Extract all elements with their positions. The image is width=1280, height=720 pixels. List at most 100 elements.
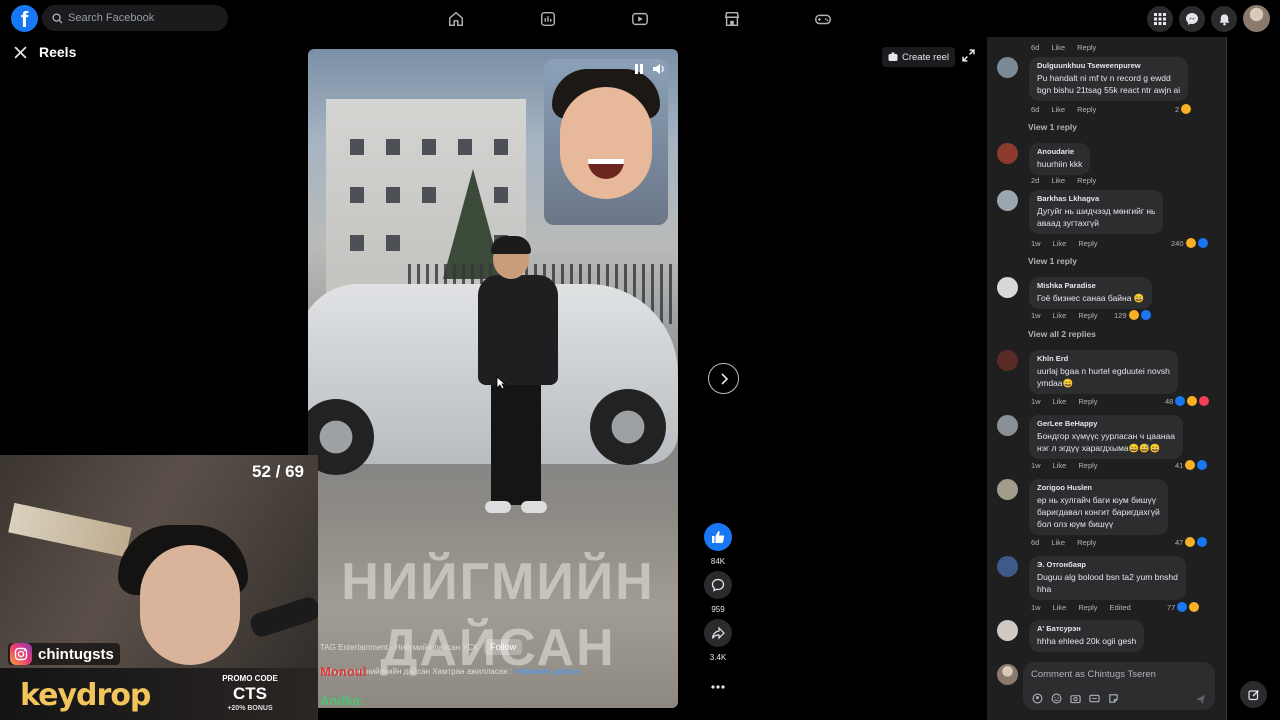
comment-action[interactable]: 959 bbox=[702, 571, 734, 614]
comment-author[interactable]: Э. Отгонбаяр bbox=[1037, 560, 1178, 569]
like-action[interactable]: 84K bbox=[702, 523, 734, 566]
reply-link[interactable]: Reply bbox=[1078, 397, 1097, 406]
marketplace-icon[interactable] bbox=[722, 9, 742, 29]
comment-input[interactable] bbox=[1031, 669, 1201, 680]
comment-author[interactable]: Barkhas Lkhagva bbox=[1037, 194, 1155, 203]
like-link[interactable]: Like bbox=[1051, 43, 1065, 52]
gaming-icon[interactable] bbox=[813, 9, 833, 29]
follow-button[interactable]: Follow bbox=[484, 639, 523, 655]
comment-author[interactable]: GerLee BeHappy bbox=[1037, 419, 1175, 428]
reply-link[interactable]: Reply bbox=[1078, 461, 1097, 470]
comment-text: uurlaj bgaa n hurtel egduutei novsh ymda… bbox=[1037, 366, 1170, 388]
comment-icon[interactable] bbox=[704, 571, 732, 599]
comment-author[interactable]: Dulguunkhuu Tseweenpurew bbox=[1037, 61, 1180, 70]
reply-link[interactable]: Reply bbox=[1077, 105, 1096, 114]
reply-link[interactable]: Reply bbox=[1077, 176, 1096, 185]
comment-meta: 1w Like Reply bbox=[1031, 311, 1098, 320]
avatar[interactable] bbox=[997, 57, 1018, 78]
reel-video[interactable]: НИЙГМИЙН ДАЙСАН TAG Entertainment · Нийг… bbox=[308, 49, 678, 708]
comment-author[interactable]: Anoudarie bbox=[1037, 147, 1082, 156]
haha-emoji-icon bbox=[1185, 460, 1196, 470]
avatar[interactable] bbox=[997, 277, 1018, 298]
reaction-count[interactable]: 2 bbox=[1175, 104, 1192, 114]
avatar[interactable] bbox=[997, 556, 1018, 577]
menu-grid-icon[interactable] bbox=[1147, 6, 1173, 32]
channel-name[interactable]: TAG Entertainment bbox=[320, 643, 388, 652]
avatar[interactable] bbox=[997, 350, 1018, 371]
reply-link[interactable]: Reply bbox=[1077, 43, 1096, 52]
send-icon[interactable] bbox=[1195, 692, 1206, 710]
news-icon[interactable] bbox=[538, 9, 558, 29]
chat-username: Monoul bbox=[320, 664, 367, 679]
reaction-count[interactable]: 41 bbox=[1175, 460, 1208, 470]
comment-author[interactable]: Khln Erd bbox=[1037, 354, 1170, 363]
avatar-sticker-icon[interactable] bbox=[1031, 692, 1043, 704]
sticker-icon[interactable] bbox=[1107, 692, 1119, 704]
reaction-count[interactable]: 47 bbox=[1175, 537, 1208, 547]
instagram-handle: chintugsts bbox=[8, 643, 120, 665]
comments-panel: 6d Like Reply Dulguunkhuu Tseweenpurew P… bbox=[987, 37, 1226, 720]
keydrop-banner: keydrop PROMO CODE CTS +20% BONUS bbox=[0, 668, 318, 720]
like-link[interactable]: Like bbox=[1051, 538, 1065, 547]
reaction-count[interactable]: 77 bbox=[1167, 602, 1200, 612]
comment-bubble: Mishka Paradise Гоё бизнес санаа байна 😄 bbox=[1029, 277, 1153, 309]
haha-emoji-icon bbox=[1187, 396, 1198, 406]
next-reel-button[interactable] bbox=[708, 363, 739, 394]
comment-meta: 1w Like Reply Edited bbox=[1031, 603, 1131, 612]
comment-author[interactable]: Mishka Paradise bbox=[1037, 281, 1144, 290]
like-link[interactable]: Like bbox=[1053, 603, 1067, 612]
like-link[interactable]: Like bbox=[1053, 239, 1067, 248]
scrollbar-track[interactable] bbox=[1226, 37, 1227, 720]
reply-link[interactable]: Reply bbox=[1078, 311, 1097, 320]
reaction-count[interactable]: 240 bbox=[1171, 238, 1208, 248]
view-replies-link[interactable]: View 1 reply bbox=[1028, 256, 1077, 266]
volume-icon[interactable] bbox=[652, 63, 666, 78]
like-link[interactable]: Like bbox=[1051, 176, 1065, 185]
home-icon[interactable] bbox=[446, 9, 466, 29]
reaction-count[interactable]: 129 bbox=[1114, 310, 1151, 320]
camera-icon[interactable] bbox=[1069, 692, 1081, 704]
share-action[interactable]: 3.4K bbox=[702, 619, 734, 662]
avatar[interactable] bbox=[997, 190, 1018, 211]
like-link[interactable]: Like bbox=[1053, 397, 1067, 406]
profile-avatar[interactable] bbox=[1243, 5, 1270, 32]
notifications-bell-icon[interactable] bbox=[1211, 6, 1237, 32]
pause-icon[interactable] bbox=[634, 63, 644, 78]
expand-icon[interactable] bbox=[962, 49, 975, 67]
view-replies-link[interactable]: View all 2 replies bbox=[1028, 329, 1096, 339]
more-options-icon[interactable] bbox=[702, 676, 734, 694]
comment-author[interactable]: А' Батсурэн bbox=[1037, 624, 1136, 633]
like-link[interactable]: Like bbox=[1053, 311, 1067, 320]
facebook-logo[interactable]: f bbox=[11, 5, 38, 32]
like-emoji-icon bbox=[1197, 460, 1208, 470]
view-replies-link[interactable]: View 1 reply bbox=[1028, 122, 1077, 132]
share-icon[interactable] bbox=[704, 619, 732, 647]
like-emoji-icon bbox=[1197, 537, 1208, 547]
collab-link[interactable]: Нийгмийн дайсан bbox=[514, 667, 579, 676]
reply-link[interactable]: Reply bbox=[1078, 603, 1097, 612]
new-message-button[interactable] bbox=[1240, 681, 1267, 708]
comment-author[interactable]: Zorigoo Huslen bbox=[1037, 483, 1160, 492]
reply-link[interactable]: Reply bbox=[1077, 538, 1096, 547]
avatar[interactable] bbox=[997, 143, 1018, 164]
emoji-icon[interactable] bbox=[1050, 692, 1062, 704]
gif-icon[interactable] bbox=[1088, 692, 1100, 704]
video-icon[interactable] bbox=[630, 9, 650, 29]
comment-meta: 1w Like Reply bbox=[1031, 397, 1098, 406]
search-input[interactable] bbox=[68, 12, 218, 24]
comment-text: huurhiin kkk bbox=[1037, 159, 1083, 169]
like-link[interactable]: Like bbox=[1051, 105, 1065, 114]
create-reel-button[interactable]: Create reel bbox=[882, 47, 955, 67]
camera-plus-icon bbox=[888, 52, 898, 61]
thumbs-up-icon[interactable] bbox=[704, 523, 732, 551]
reply-link[interactable]: Reply bbox=[1078, 239, 1097, 248]
close-icon[interactable] bbox=[14, 45, 27, 59]
avatar[interactable] bbox=[997, 479, 1018, 500]
avatar[interactable] bbox=[997, 415, 1018, 436]
search-box[interactable] bbox=[42, 5, 228, 31]
reaction-count[interactable]: 48 bbox=[1165, 396, 1210, 406]
messenger-icon[interactable] bbox=[1179, 6, 1205, 32]
comment-field[interactable] bbox=[1023, 662, 1215, 710]
like-link[interactable]: Like bbox=[1053, 461, 1067, 470]
avatar[interactable] bbox=[997, 620, 1018, 641]
